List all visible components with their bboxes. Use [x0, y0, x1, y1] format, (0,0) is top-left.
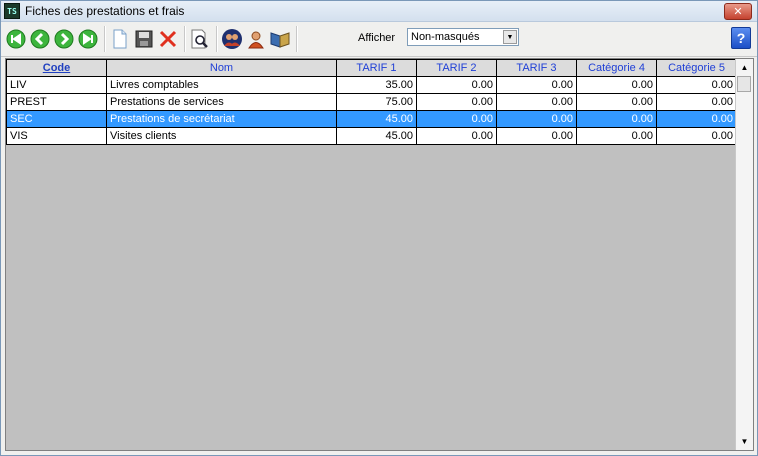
- new-document-button[interactable]: [109, 28, 131, 50]
- scroll-up-button[interactable]: ▲: [736, 59, 753, 76]
- window-title: Fiches des prestations et frais: [25, 4, 185, 18]
- next-record-button[interactable]: [53, 28, 75, 50]
- vertical-scrollbar[interactable]: ▲ ▼: [735, 59, 753, 450]
- cell-nom[interactable]: Prestations de services: [106, 93, 337, 111]
- book-icon: [270, 32, 290, 48]
- save-icon: [135, 30, 153, 48]
- prestations-table: Code Nom TARIF 1 TARIF 2 TARIF 3 Catégor…: [6, 59, 737, 145]
- cell-categorie4[interactable]: 0.00: [576, 76, 657, 94]
- column-header-categorie5[interactable]: Catégorie 5: [656, 59, 737, 77]
- toolbar-separator: [216, 26, 218, 52]
- table-header-row: Code Nom TARIF 1 TARIF 2 TARIF 3 Catégor…: [6, 59, 737, 77]
- cell-tarif2[interactable]: 0.00: [416, 93, 497, 111]
- cell-categorie4[interactable]: 0.00: [576, 110, 657, 128]
- column-header-nom[interactable]: Nom: [106, 59, 337, 77]
- save-button[interactable]: [133, 28, 155, 50]
- cell-tarif2[interactable]: 0.00: [416, 127, 497, 145]
- table-row-selected[interactable]: SEC Prestations de secrétariat 45.00 0.0…: [6, 110, 737, 128]
- help-button[interactable]: ?: [731, 27, 751, 49]
- cell-categorie5[interactable]: 0.00: [656, 76, 737, 94]
- title-bar: TS Fiches des prestations et frais ✕: [1, 1, 757, 22]
- column-header-code[interactable]: Code: [6, 59, 107, 77]
- toolbar-separator: [296, 26, 298, 52]
- scroll-down-button[interactable]: ▼: [736, 433, 753, 450]
- cell-code[interactable]: VIS: [6, 127, 107, 145]
- cell-code[interactable]: SEC: [6, 110, 107, 128]
- preview-search-icon: [191, 29, 208, 49]
- column-header-tarif3[interactable]: TARIF 3: [496, 59, 577, 77]
- toolbar-separator: [184, 26, 186, 52]
- toolbar: Afficher Non-masqués ▼ ?: [1, 22, 757, 57]
- chevron-down-icon[interactable]: ▼: [503, 30, 517, 44]
- table-row[interactable]: LIV Livres comptables 35.00 0.00 0.00 0.…: [6, 76, 737, 94]
- first-record-button[interactable]: [5, 28, 27, 50]
- cell-tarif1[interactable]: 45.00: [336, 110, 417, 128]
- cell-nom[interactable]: Livres comptables: [106, 76, 337, 94]
- next-record-icon: [54, 29, 74, 49]
- cell-tarif1[interactable]: 35.00: [336, 76, 417, 94]
- last-record-button[interactable]: [77, 28, 99, 50]
- cell-tarif2[interactable]: 0.00: [416, 76, 497, 94]
- chevron-down-icon: ▼: [740, 437, 749, 446]
- cell-tarif3[interactable]: 0.00: [496, 76, 577, 94]
- cell-code[interactable]: PREST: [6, 93, 107, 111]
- column-header-categorie4[interactable]: Catégorie 4: [576, 59, 657, 77]
- cell-nom[interactable]: Visites clients: [106, 127, 337, 145]
- cell-tarif3[interactable]: 0.00: [496, 93, 577, 111]
- scroll-thumb[interactable]: [737, 76, 751, 92]
- chevron-up-icon: ▲: [740, 63, 749, 72]
- cell-categorie4[interactable]: 0.00: [576, 127, 657, 145]
- afficher-select-value: Non-masqués: [411, 31, 480, 43]
- column-header-tarif2[interactable]: TARIF 2: [416, 59, 497, 77]
- afficher-select[interactable]: Non-masqués ▼: [407, 28, 519, 46]
- contacts-button[interactable]: [221, 28, 243, 50]
- delete-button[interactable]: [157, 28, 179, 50]
- close-button[interactable]: ✕: [724, 2, 752, 20]
- book-button[interactable]: [269, 28, 291, 50]
- cell-categorie4[interactable]: 0.00: [576, 93, 657, 111]
- table-row[interactable]: PREST Prestations de services 75.00 0.00…: [6, 93, 737, 111]
- column-header-tarif1[interactable]: TARIF 1: [336, 59, 417, 77]
- previous-record-button[interactable]: [29, 28, 51, 50]
- main-window: TS Fiches des prestations et frais ✕ Aff…: [0, 0, 758, 456]
- new-document-icon: [113, 29, 127, 49]
- toolbar-separator: [104, 26, 106, 52]
- user-icon: [248, 31, 264, 49]
- cell-code[interactable]: LIV: [6, 76, 107, 94]
- app-icon: TS: [4, 3, 20, 19]
- preview-search-button[interactable]: [189, 28, 211, 50]
- user-button[interactable]: [245, 28, 267, 50]
- cell-categorie5[interactable]: 0.00: [656, 127, 737, 145]
- cell-tarif2[interactable]: 0.00: [416, 110, 497, 128]
- cell-nom[interactable]: Prestations de secrétariat: [106, 110, 337, 128]
- previous-record-icon: [30, 29, 50, 49]
- cell-categorie5[interactable]: 0.00: [656, 110, 737, 128]
- first-record-icon: [6, 29, 26, 49]
- delete-icon: [159, 30, 177, 48]
- data-grid: Code Nom TARIF 1 TARIF 2 TARIF 3 Catégor…: [5, 58, 754, 451]
- last-record-icon: [78, 29, 98, 49]
- cell-tarif1[interactable]: 45.00: [336, 127, 417, 145]
- contacts-icon: [222, 29, 242, 49]
- table-row[interactable]: VIS Visites clients 45.00 0.00 0.00 0.00…: [6, 127, 737, 145]
- cell-categorie5[interactable]: 0.00: [656, 93, 737, 111]
- cell-tarif1[interactable]: 75.00: [336, 93, 417, 111]
- cell-tarif3[interactable]: 0.00: [496, 127, 577, 145]
- cell-tarif3[interactable]: 0.00: [496, 110, 577, 128]
- afficher-label: Afficher: [358, 32, 396, 44]
